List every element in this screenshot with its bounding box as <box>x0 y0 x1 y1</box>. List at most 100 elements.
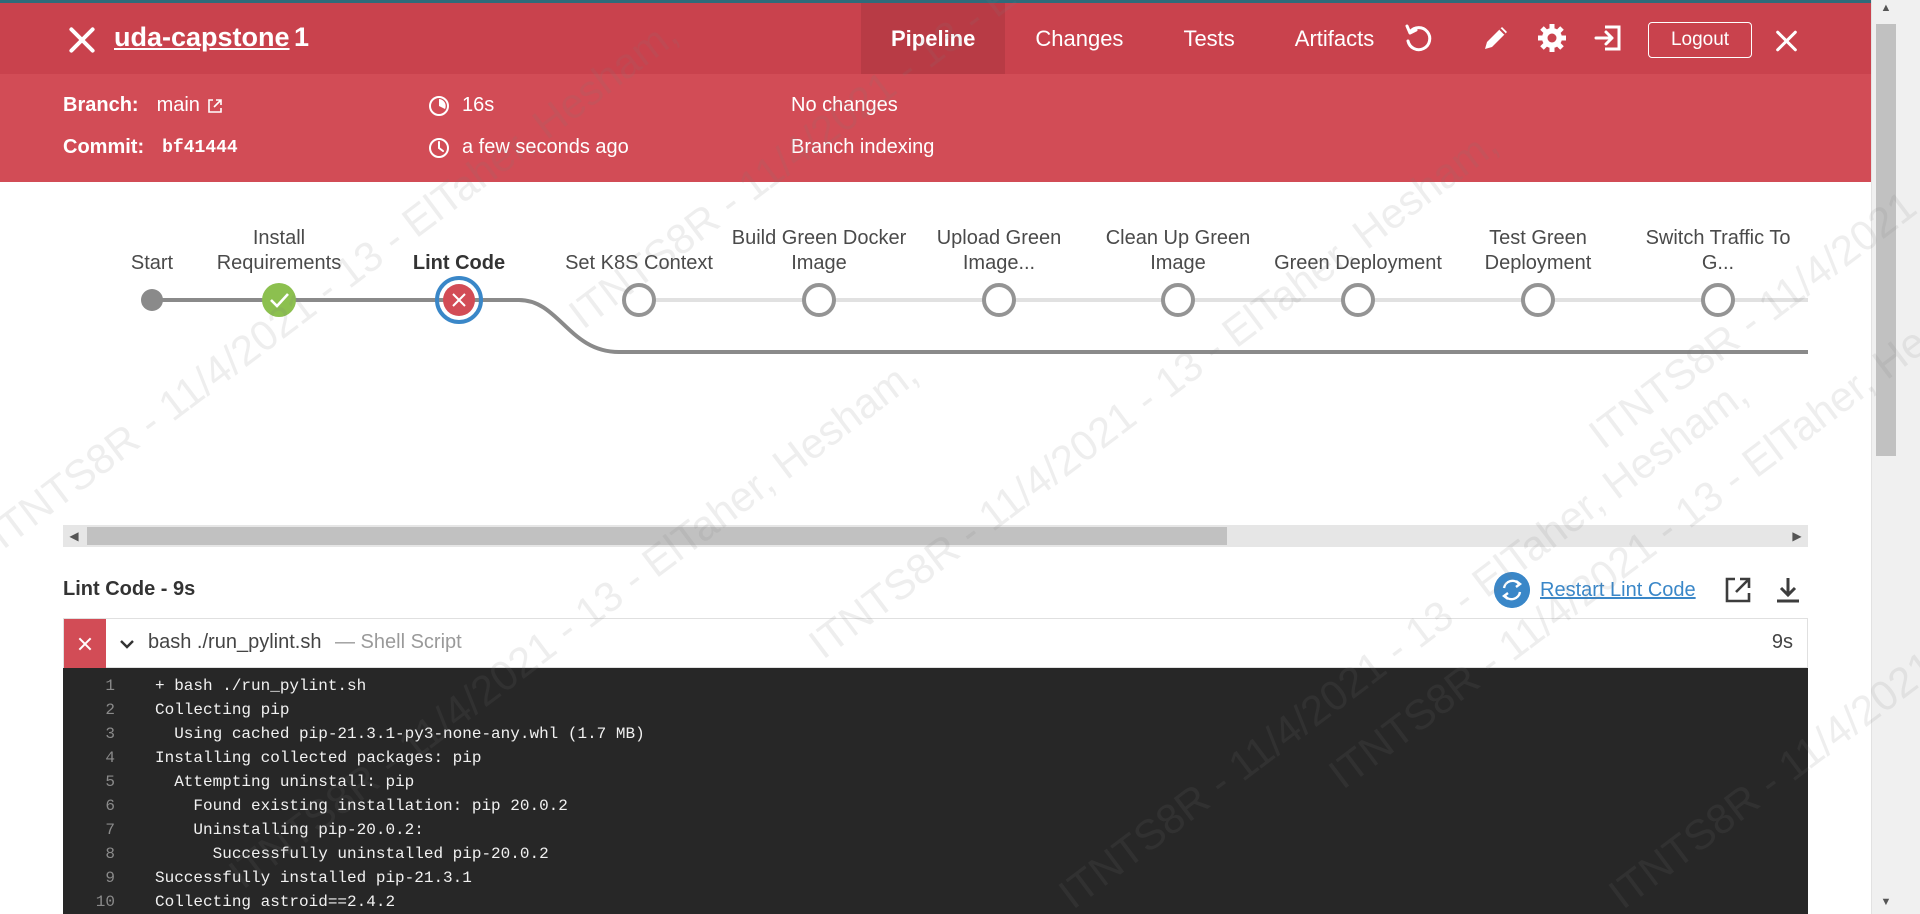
step-row[interactable]: bash ./run_pylint.sh — Shell Script 9s <box>63 618 1808 669</box>
not-built-icon <box>1521 283 1555 317</box>
page-vertical-scrollbar[interactable]: ▲ ▼ <box>1871 0 1920 914</box>
log-line: 9 Successfully installed pip-21.3.1 <box>63 866 1808 890</box>
log-line: 7 Uninstalling pip-20.0.2: <box>63 818 1808 842</box>
not-built-icon <box>622 283 656 317</box>
chevron-down-icon[interactable] <box>118 635 136 653</box>
scroll-right-arrow-icon[interactable]: ▶ <box>1786 525 1808 547</box>
scrollbar-thumb[interactable] <box>87 527 1227 545</box>
log-line-number[interactable]: 10 <box>63 890 155 914</box>
log-line-number[interactable]: 2 <box>63 698 155 722</box>
log-line-number[interactable]: 9 <box>63 866 155 890</box>
close-icon[interactable] <box>64 23 98 57</box>
duration-icon <box>429 95 449 116</box>
log-line-text: + bash ./run_pylint.sh <box>155 677 367 695</box>
restart-stage-link[interactable]: Restart Lint Code <box>1540 579 1696 602</box>
stage-label-9[interactable]: Switch Traffic To G... <box>1628 226 1808 276</box>
tab-pipeline[interactable]: Pipeline <box>861 3 1006 74</box>
stage-label-2[interactable]: Lint Code <box>369 251 549 276</box>
changes-value: No changes <box>791 94 898 116</box>
tab-tests[interactable]: Tests <box>1153 3 1264 74</box>
tab-artifacts[interactable]: Artifacts <box>1265 3 1404 74</box>
external-link-icon[interactable] <box>207 98 223 114</box>
branch-info: Branch: main <box>63 94 223 117</box>
step-duration: 9s <box>1771 631 1793 653</box>
not-built-icon <box>1341 283 1375 317</box>
restart-icon[interactable] <box>1494 572 1530 608</box>
not-built-icon <box>982 283 1016 317</box>
commit-label: Commit: <box>63 136 145 158</box>
not-built-icon <box>1161 283 1195 317</box>
log-line: 3 Using cached pip-21.3.1-py3-none-any.w… <box>63 722 1808 746</box>
stage-label-5[interactable]: Upload Green Image... <box>909 226 1089 276</box>
log-line-text: Collecting pip <box>155 701 290 719</box>
log-line-text: Installing collected packages: pip <box>155 749 482 767</box>
stage-detail-title: Lint Code - 9s <box>63 578 196 600</box>
cause-value: Branch indexing <box>791 136 935 158</box>
close-icon[interactable] <box>1774 28 1800 54</box>
exit-to-classic-icon[interactable] <box>1592 21 1626 55</box>
time-ago-value: a few seconds ago <box>462 136 629 158</box>
log-line-number[interactable]: 5 <box>63 770 155 794</box>
log-line: 10 Collecting astroid==2.4.2 <box>63 890 1808 914</box>
step-command: bash ./run_pylint.sh <box>148 631 322 653</box>
log-line-number[interactable]: 4 <box>63 746 155 770</box>
log-line: 5 Attempting uninstall: pip <box>63 770 1808 794</box>
time-info: a few seconds ago <box>428 136 629 159</box>
pipeline-title-link[interactable]: uda-capstone <box>114 22 290 53</box>
not-built-icon <box>1701 283 1735 317</box>
log-line-number[interactable]: 1 <box>63 674 155 698</box>
tab-changes[interactable]: Changes <box>1005 3 1153 74</box>
scroll-down-arrow-icon[interactable]: ▼ <box>1876 896 1896 912</box>
open-in-new-window-icon[interactable] <box>1722 574 1754 606</box>
jenkins-blue-ocean-app: uda-capstone 1 Pipeline Changes Tests Ar… <box>0 0 1920 914</box>
edit-pencil-icon[interactable] <box>1479 21 1513 55</box>
header-bar: uda-capstone 1 Pipeline Changes Tests Ar… <box>0 0 1871 74</box>
log-line-text: Successfully uninstalled pip-20.0.2 <box>155 845 549 863</box>
pipeline-connector-skip <box>459 298 1808 354</box>
cause-info: Branch indexing <box>791 136 934 159</box>
not-built-icon <box>802 283 836 317</box>
log-line: 6 Found existing installation: pip 20.0.… <box>63 794 1808 818</box>
stage-label-1[interactable]: Install Requirements <box>189 226 369 276</box>
restart-stage-button[interactable]: Restart Lint Code <box>1494 572 1696 608</box>
success-icon <box>262 283 296 317</box>
log-line-number[interactable]: 7 <box>63 818 155 842</box>
start-node <box>141 289 163 311</box>
commit-value[interactable]: bf41444 <box>162 138 238 158</box>
scroll-up-arrow-icon[interactable]: ▲ <box>1876 2 1896 18</box>
log-line-text: Using cached pip-21.3.1-py3-none-any.whl… <box>155 725 645 743</box>
log-line: 4 Installing collected packages: pip <box>63 746 1808 770</box>
stage-label-4[interactable]: Build Green Docker Image <box>729 226 909 276</box>
gear-icon[interactable] <box>1535 21 1569 55</box>
changes-info: No changes <box>791 94 898 117</box>
log-line-text: Attempting uninstall: pip <box>155 773 415 791</box>
log-line-number[interactable]: 6 <box>63 794 155 818</box>
branch-value[interactable]: main <box>157 94 200 117</box>
stage-label-8[interactable]: Test Green Deployment <box>1448 226 1628 276</box>
log-line-text: Found existing installation: pip 20.0.2 <box>155 797 568 815</box>
download-icon[interactable] <box>1772 574 1804 606</box>
step-type: — Shell Script <box>335 631 462 653</box>
run-info-bar: Branch: main Commit: bf41444 16s a few s… <box>0 74 1871 182</box>
scroll-left-arrow-icon[interactable]: ◀ <box>63 525 85 547</box>
log-line: 2 Collecting pip <box>63 698 1808 722</box>
stage-label-3[interactable]: Set K8S Context <box>549 251 729 276</box>
step-failed-icon <box>64 619 106 669</box>
clock-icon <box>429 137 449 158</box>
log-line: 8 Successfully uninstalled pip-20.0.2 <box>63 842 1808 866</box>
logout-button[interactable]: Logout <box>1648 22 1752 58</box>
log-line-number[interactable]: 8 <box>63 842 155 866</box>
graph-horizontal-scrollbar[interactable]: ◀ ▶ <box>63 525 1808 547</box>
log-line-text: Uninstalling pip-20.0.2: <box>155 821 424 839</box>
console-log: 1 + bash ./run_pylint.sh 2 Collecting pip 3 … <box>63 668 1808 914</box>
rerun-icon[interactable] <box>1401 21 1435 55</box>
log-line-number[interactable]: 3 <box>63 722 155 746</box>
page-scrollbar-thumb[interactable] <box>1876 24 1896 456</box>
duration-info: 16s <box>428 94 494 117</box>
branch-label: Branch: <box>63 94 139 116</box>
stage-label-7[interactable]: Green Deployment <box>1268 251 1448 276</box>
commit-info: Commit: bf41444 <box>63 136 238 159</box>
log-line-text: Successfully installed pip-21.3.1 <box>155 869 472 887</box>
stage-label-6[interactable]: Clean Up Green Image <box>1088 226 1268 276</box>
run-number: 1 <box>294 22 310 52</box>
